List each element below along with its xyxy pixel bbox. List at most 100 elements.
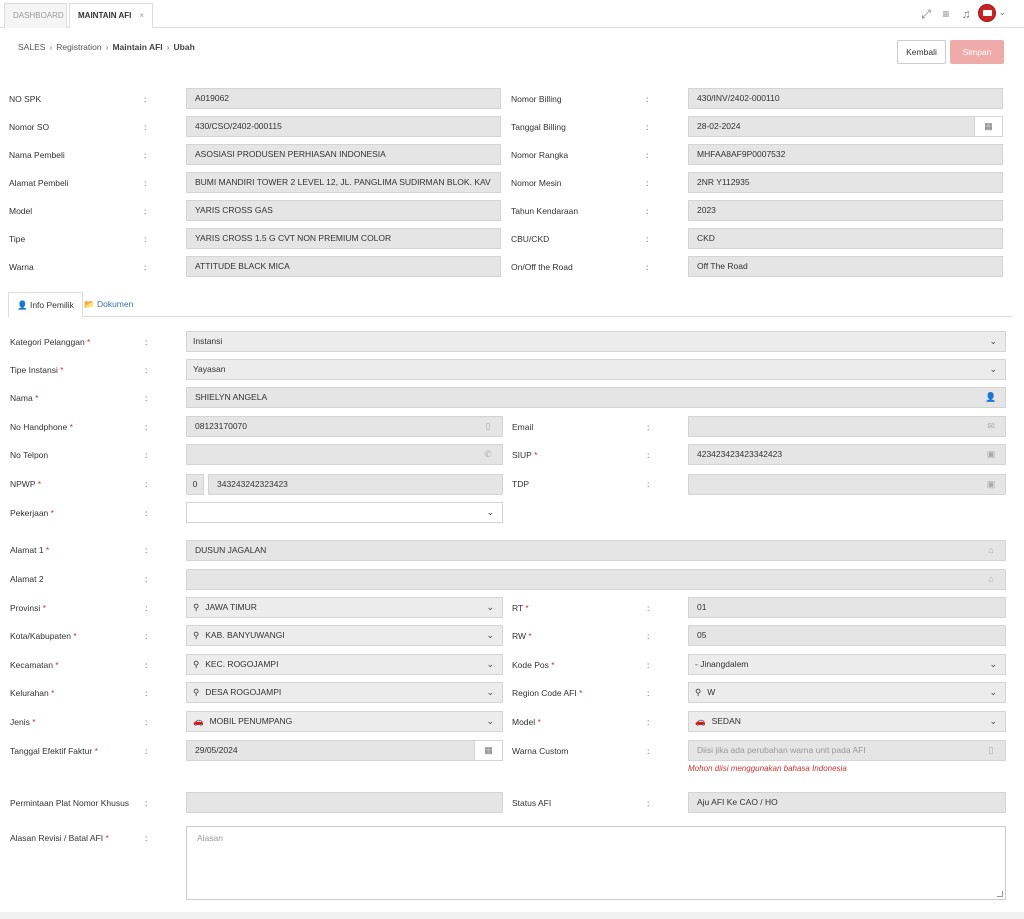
alasan-textarea[interactable]: Alasan <box>186 826 1006 900</box>
no-handphone-label: No Handphone * <box>10 422 73 432</box>
provinsi-select[interactable]: ⚲ JAWA TIMUR ⌄ <box>186 597 503 618</box>
tab-label: MAINTAIN AFI <box>78 11 132 20</box>
car-icon: 🚗 <box>695 716 706 726</box>
tdp-input[interactable]: ▣ <box>688 474 1006 495</box>
colon: : <box>144 178 147 188</box>
map-marker-icon: ⚲ <box>193 659 200 669</box>
rt-input[interactable]: 01 <box>688 597 1006 618</box>
header-value-field: Off The Road <box>688 256 1003 277</box>
tipe-instansi-select[interactable]: Yayasan ⌄ <box>186 359 1006 380</box>
breadcrumb-item[interactable]: Maintain AFI <box>112 42 162 52</box>
colon: : <box>646 122 649 132</box>
chevron-down-icon: ⌄ <box>989 659 997 669</box>
map-marker-icon: ⚲ <box>695 687 702 697</box>
header-label: Nomor Rangka <box>511 150 569 160</box>
simpan-button[interactable]: Simpan <box>950 40 1004 64</box>
header-value: 2023 <box>697 205 716 215</box>
header-value-field: ATTITUDE BLACK MICA <box>186 256 501 277</box>
no-handphone-input[interactable]: 08123170070 ▯ <box>186 416 503 437</box>
model-select[interactable]: 🚗 SEDAN ⌄ <box>688 711 1006 732</box>
alamat1-label: Alamat 1 * <box>10 545 50 555</box>
alamat2-input[interactable]: ⌂ <box>186 569 1006 590</box>
region-select[interactable]: ⚲ W ⌄ <box>688 682 1006 703</box>
header-value: YARIS CROSS GAS <box>195 205 273 215</box>
header-label: Nomor Mesin <box>511 178 562 188</box>
chevron-down-icon: ⌄ <box>486 630 494 640</box>
tipe-instansi-label: Tipe Instansi * <box>10 365 64 375</box>
chevron-down-icon: ⌄ <box>486 716 494 726</box>
tab-dokumen[interactable]: 📂 Dokumen <box>76 292 141 318</box>
header-value: 430/INV/2402-000110 <box>697 93 780 103</box>
fullscreen-icon[interactable]: ⤢ <box>916 7 936 22</box>
email-input[interactable]: ✉ <box>688 416 1006 437</box>
siup-label: SIUP * <box>512 450 538 460</box>
tgl-efektif-input[interactable]: 29/05/2024 ▦ <box>186 740 503 761</box>
header-value-field: 28-02-2024 ▦ <box>688 116 1003 137</box>
npwp-prefix: 0 <box>186 474 204 495</box>
map-marker-icon: ⚲ <box>193 602 200 612</box>
calendar-icon[interactable]: ▦ <box>474 741 502 760</box>
phone-icon: ✆ <box>484 449 492 459</box>
nama-input[interactable]: SHIELYN ANGELA 👤 <box>186 387 1006 408</box>
header-value: ASOSIASI PRODUSEN PERHIASAN INDONESIA <box>195 149 386 159</box>
kategori-select[interactable]: Instansi ⌄ <box>186 331 1006 352</box>
colon: : <box>145 337 148 347</box>
calendar-icon[interactable]: ▦ <box>974 117 1002 136</box>
tab-maintain-afi[interactable]: MAINTAIN AFI × <box>69 3 153 29</box>
resize-handle[interactable] <box>997 891 1003 897</box>
colon: : <box>144 150 147 160</box>
pekerjaan-select[interactable]: ⌄ <box>186 502 503 523</box>
kelurahan-select[interactable]: ⚲ DESA ROGOJAMPI ⌄ <box>186 682 503 703</box>
kode-pos-select[interactable]: - Jinangdalem ⌄ <box>688 654 1006 675</box>
header-label: Model <box>9 206 33 216</box>
rw-label: RW * <box>512 631 532 641</box>
colon: : <box>144 262 147 272</box>
header-label: CBU/CKD <box>511 234 550 244</box>
header-label: Nomor SO <box>9 122 50 132</box>
chevron-down-icon: ⌄ <box>989 687 997 697</box>
header-value: BUMI MANDIRI TOWER 2 LEVEL 12, JL. PANGL… <box>195 177 491 187</box>
header-value: A019062 <box>195 93 230 103</box>
header-value-field: 430/CSO/2402-000115 <box>186 116 501 137</box>
breadcrumb-item[interactable]: Registration <box>56 42 101 52</box>
npwp-input[interactable]: 343243242323423 <box>208 474 503 495</box>
header-value: MHFAA8AF9P0007532 <box>697 149 786 159</box>
colon: : <box>646 150 649 160</box>
kembali-button[interactable]: Kembali <box>897 40 946 64</box>
no-telpon-input[interactable]: ✆ <box>186 444 503 465</box>
menu-icon[interactable]: ≡ <box>936 7 956 21</box>
tab-close-icon[interactable]: × <box>139 11 144 20</box>
colon: : <box>144 206 147 216</box>
chevron-down-icon[interactable]: ⌄ <box>998 7 1006 18</box>
header-value-field: YARIS CROSS 1.5 G CVT NON PREMIUM COLOR <box>186 228 501 249</box>
npwp-label: NPWP * <box>10 479 42 489</box>
rw-input[interactable]: 05 <box>688 625 1006 646</box>
kecamatan-select[interactable]: ⚲ KEC. ROGOJAMPI ⌄ <box>186 654 503 675</box>
avatar[interactable] <box>978 4 996 22</box>
siup-input[interactable]: 423423423423342423 ▣ <box>688 444 1006 465</box>
colon: : <box>647 479 650 489</box>
chevron-down-icon: ⌄ <box>486 602 494 612</box>
header-label: Warna <box>9 262 34 272</box>
kategori-label: Kategori Pelanggan * <box>10 337 91 347</box>
tab-dashboard[interactable]: DASHBOARD <box>4 3 67 28</box>
tab-info-pemilik[interactable]: 👤 Info Pemilik <box>8 292 83 318</box>
alamat1-input[interactable]: DUSUN JAGALAN ⌂ <box>186 540 1006 561</box>
kota-select[interactable]: ⚲ KAB. BANYUWANGI ⌄ <box>186 625 503 646</box>
jenis-select[interactable]: 🚗 MOBIL PENUMPANG ⌄ <box>186 711 503 732</box>
plat-input[interactable] <box>186 792 503 813</box>
header-value: ATTITUDE BLACK MICA <box>195 261 290 271</box>
tab-label: Dokumen <box>96 299 134 309</box>
car-icon: 🚗 <box>193 716 204 726</box>
bell-icon[interactable]: ♫ <box>956 7 976 21</box>
breadcrumb-item[interactable]: SALES <box>18 42 45 52</box>
colon: : <box>145 688 148 698</box>
toolbar-icons: ⤢ ≡ ♫ <box>916 7 976 22</box>
colon: : <box>646 206 649 216</box>
colon: : <box>145 508 148 518</box>
status-afi-input: Aju AFI Ke CAO / HO <box>688 792 1006 813</box>
warna-custom-input[interactable]: Diisi jika ada perubahan warna unit pada… <box>688 740 1006 761</box>
header-value-field: MHFAA8AF9P0007532 <box>688 144 1003 165</box>
kecamatan-label: Kecamatan * <box>10 660 59 670</box>
kode-pos-label: Kode Pos * <box>512 660 555 670</box>
